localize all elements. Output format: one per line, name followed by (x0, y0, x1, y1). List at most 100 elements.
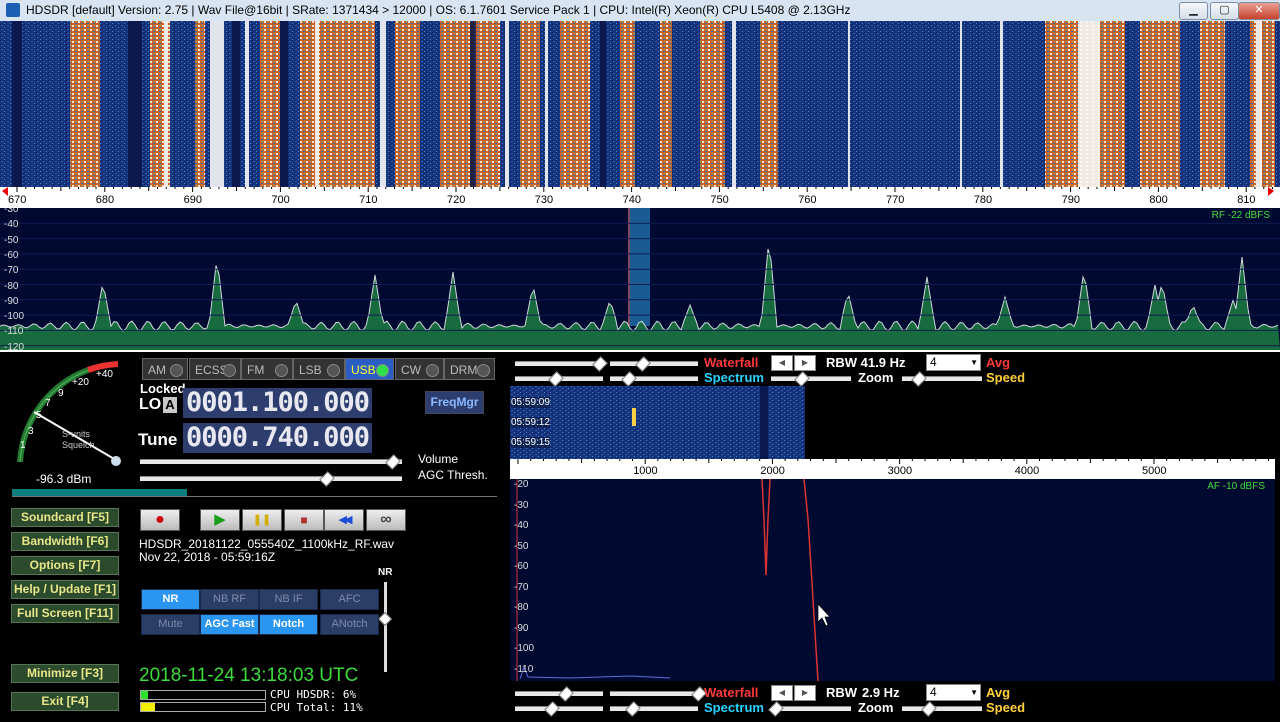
nav-button-3[interactable]: Help / Update [F1] (11, 580, 119, 599)
agc-threshold-slider[interactable] (140, 471, 402, 487)
nav-button-1[interactable]: Bandwidth [F6] (11, 532, 119, 551)
frequency-tick-label: 750 (710, 194, 729, 206)
rf-spectrum-contrast-slider[interactable] (515, 371, 603, 387)
smeter-scale-7: 7 (45, 398, 51, 409)
filter-button-nr[interactable]: NR (141, 589, 200, 610)
freqmgr-button[interactable]: FreqMgr (425, 391, 484, 414)
rf-waterfall-level-slider[interactable] (610, 356, 698, 372)
af-spectrum-contrast-slider[interactable] (515, 701, 603, 717)
rf-zoom-label: Zoom (858, 370, 894, 385)
minimize-window-button[interactable]: ▁ (1179, 2, 1208, 20)
volume-slider[interactable] (140, 454, 402, 470)
rf-waterfall[interactable] (0, 21, 1280, 187)
af-frequency-tick-label: 2000 (760, 465, 785, 477)
nav-button-2[interactable]: Options [F7] (11, 556, 119, 575)
rf-speed-slider[interactable] (902, 371, 982, 387)
nr-slider-label: NR (378, 567, 393, 578)
frequency-tick-label: 810 (1237, 194, 1256, 206)
stop-button[interactable]: ■ (284, 509, 324, 531)
nav-button-4[interactable]: Full Screen [F11] (11, 604, 119, 623)
frequency-tick-label: 740 (622, 194, 641, 206)
mode-label: USB (351, 363, 376, 377)
filter-button-nb-rf[interactable]: NB RF (200, 589, 259, 610)
agc-threshold-label: AGC Thresh. (418, 468, 488, 482)
cpu-total-bar (140, 702, 266, 712)
filter-button-nb-if[interactable]: NB IF (259, 589, 318, 610)
af-level-readout: AF -10 dBFS (1207, 481, 1265, 492)
rf-waterfall-contrast-slider[interactable] (515, 356, 608, 372)
cpu-hdsdr-bar (140, 690, 266, 700)
frequency-tick-label: 700 (271, 194, 290, 206)
mode-button-fm[interactable]: FM (241, 358, 293, 380)
maximize-window-button[interactable]: ▢ (1210, 2, 1239, 20)
loop-button[interactable]: ∞ (366, 509, 406, 531)
recording-filename: HDSDR_20181122_055540Z_1100kHz_RF.wav (139, 537, 395, 551)
pause-icon: ❚❚ (252, 514, 272, 526)
mode-label: LSB (299, 363, 322, 377)
close-window-button[interactable]: ✕ (1238, 2, 1280, 20)
af-frequency-axis[interactable]: 1000 2000 3000 4000 5000 (510, 459, 1275, 479)
rewind-button[interactable]: ◀◀ (324, 509, 364, 531)
frequency-tick-label: 710 (359, 194, 378, 206)
af-avg-dropdown[interactable]: 4 (926, 684, 981, 701)
rf-rbw-increase-button[interactable]: ▶ (794, 355, 816, 371)
mode-button-usb[interactable]: USB (345, 358, 394, 380)
mode-button-lsb[interactable]: LSB (293, 358, 345, 380)
af-waterfall-level-slider[interactable] (610, 686, 707, 702)
af-zoom-slider[interactable] (768, 701, 851, 717)
af-spectrum[interactable]: -20 -30 -40 -50 -60 -70 -80 -90 -100 -110 AF -10 … (510, 479, 1275, 681)
recording-timestamp: Nov 22, 2018 - 05:59:16Z (139, 550, 276, 564)
play-button[interactable]: ▶ (200, 509, 240, 531)
af-spectrum-level-slider[interactable] (610, 701, 698, 717)
nr-level-slider[interactable] (377, 582, 393, 672)
mode-button-ecss[interactable]: ECSS (189, 358, 241, 380)
frequency-tick-label: 800 (1149, 194, 1168, 206)
filter-button-anotch[interactable]: ANotch (320, 614, 379, 635)
frequency-tick-label: 680 (95, 194, 115, 206)
af-spectrum-label: Spectrum (704, 700, 764, 715)
mode-button-cw[interactable]: CW (395, 358, 444, 380)
af-frequency-tick-label: 3000 (887, 465, 913, 477)
af-speed-slider[interactable] (902, 701, 982, 717)
af-spectrum-y-label: -80 (514, 602, 529, 613)
rf-avg-dropdown[interactable]: 4 (926, 354, 981, 371)
af-rbw-decrease-button[interactable]: ◀ (771, 685, 793, 701)
filter-button-notch[interactable]: Notch (259, 614, 318, 635)
mode-indicator-icon (275, 364, 288, 377)
af-waterfall-timestamp: 05:59:15 (511, 437, 550, 448)
tune-frequency-display[interactable]: 0000.740.000 (183, 423, 373, 453)
rf-spectrum[interactable]: -30 -40 -50 -60 -70 -80 -90 -100 -110 -120 RF -22… (0, 204, 1280, 353)
lo-frequency-display[interactable]: 0001.100.000 (183, 388, 373, 418)
af-rbw-increase-button[interactable]: ▶ (794, 685, 816, 701)
frequency-axis[interactable]: 670 680 690 700 710 720 730 740 750 760 770 780 790 8… (0, 187, 1280, 208)
loop-icon: ∞ (380, 511, 392, 528)
smeter-scale-1: 1 (20, 440, 26, 451)
nav-button-6[interactable]: Exit [F4] (11, 692, 119, 711)
nav-button-5[interactable]: Minimize [F3] (11, 664, 119, 683)
lo-vfo-badge[interactable]: A (163, 397, 177, 413)
af-waterfall-contrast-slider[interactable] (515, 686, 603, 702)
filter-button-afc[interactable]: AFC (320, 589, 379, 610)
app-icon (6, 3, 20, 17)
mode-button-drm[interactable]: DRM (444, 358, 495, 380)
af-spectrum-y-label: -20 (514, 479, 529, 490)
nav-button-0[interactable]: Soundcard [F5] (11, 508, 119, 527)
rf-rbw-decrease-button[interactable]: ◀ (771, 355, 793, 371)
mode-button-am[interactable]: AM (142, 358, 188, 380)
af-frequency-tick-label: 4000 (1014, 465, 1040, 477)
pause-button[interactable]: ❚❚ (242, 509, 282, 531)
frequency-tick-label: 730 (534, 194, 554, 206)
filter-button-mute[interactable]: Mute (141, 614, 200, 635)
spectrum-y-label: -80 (4, 280, 19, 292)
rf-spectrum-level-slider[interactable] (610, 371, 698, 387)
frequency-tick-label: 770 (886, 194, 905, 206)
mode-indicator-icon (426, 364, 439, 377)
lo-lock-status: Locked (140, 381, 186, 396)
filter-button-agc-fast[interactable]: AGC Fast (200, 614, 259, 635)
record-button[interactable]: ● (140, 509, 180, 531)
rf-waterfall-label: Waterfall (704, 355, 759, 370)
af-waterfall[interactable] (510, 386, 1275, 459)
spectrum-y-label: -40 (4, 219, 19, 231)
rf-zoom-slider[interactable] (771, 371, 851, 387)
s-meter (17, 361, 121, 466)
